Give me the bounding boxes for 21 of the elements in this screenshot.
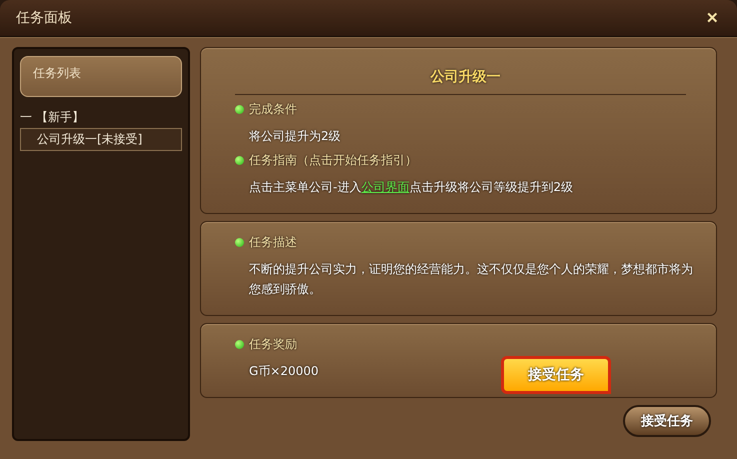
- section-text: 将公司提升为2级: [249, 128, 341, 145]
- bullet-icon: [235, 340, 244, 349]
- section-text: G币×20000: [249, 363, 319, 380]
- bullet-icon: [235, 238, 244, 247]
- section-text: 点击主菜单公司-进入公司界面点击升级将公司等级提升到2级: [249, 179, 573, 196]
- section-heading: 任务指南（点击开始任务指引）: [249, 152, 417, 169]
- quest-title: 公司升级一: [429, 68, 502, 86]
- bullet-icon: [235, 156, 244, 165]
- section-text: 不断的提升公司实力，证明您的经营能力。这不仅仅是您个人的荣耀，梦想都市将为您感到骄傲。: [249, 261, 694, 298]
- list-header: 任务列表: [20, 56, 182, 97]
- accept-button[interactable]: 接受任务: [623, 405, 711, 437]
- bullet-icon: [235, 105, 244, 114]
- collapse-marker[interactable]: 一: [20, 109, 32, 126]
- group-label[interactable]: 【新手】: [36, 109, 84, 126]
- section-heading: 任务奖励: [249, 336, 297, 353]
- window-title: 任务面板: [16, 9, 72, 27]
- interface-link[interactable]: 公司界面: [361, 180, 410, 194]
- close-button[interactable]: ✕: [702, 9, 723, 27]
- section-heading: 完成条件: [249, 101, 297, 118]
- section-heading: 任务描述: [249, 234, 297, 251]
- quest-item[interactable]: 公司升级一[未接受]: [20, 128, 182, 151]
